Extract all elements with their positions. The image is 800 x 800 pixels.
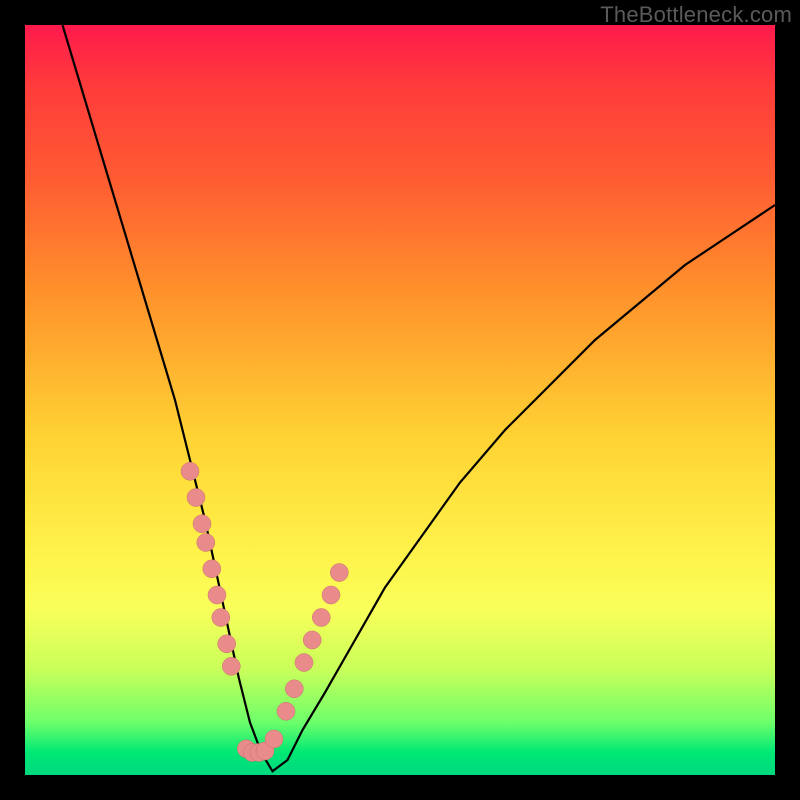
bottleneck-curve — [63, 25, 776, 771]
sample-dot — [285, 680, 303, 698]
sample-dot — [181, 462, 199, 480]
sample-dots-group — [181, 462, 348, 761]
sample-dot — [218, 635, 236, 653]
chart-frame — [25, 25, 775, 775]
sample-dot — [322, 586, 340, 604]
sample-dot — [187, 489, 205, 507]
sample-dot — [222, 657, 240, 675]
sample-dot — [197, 534, 215, 552]
sample-dot — [277, 702, 295, 720]
sample-dot — [312, 609, 330, 627]
sample-dot — [193, 515, 211, 533]
sample-dot — [203, 560, 221, 578]
sample-dot — [303, 631, 321, 649]
watermark-text: TheBottleneck.com — [600, 2, 792, 28]
sample-dot — [295, 654, 313, 672]
sample-dot — [265, 730, 283, 748]
sample-dot — [208, 586, 226, 604]
chart-svg — [25, 25, 775, 775]
sample-dot — [330, 564, 348, 582]
sample-dot — [212, 609, 230, 627]
